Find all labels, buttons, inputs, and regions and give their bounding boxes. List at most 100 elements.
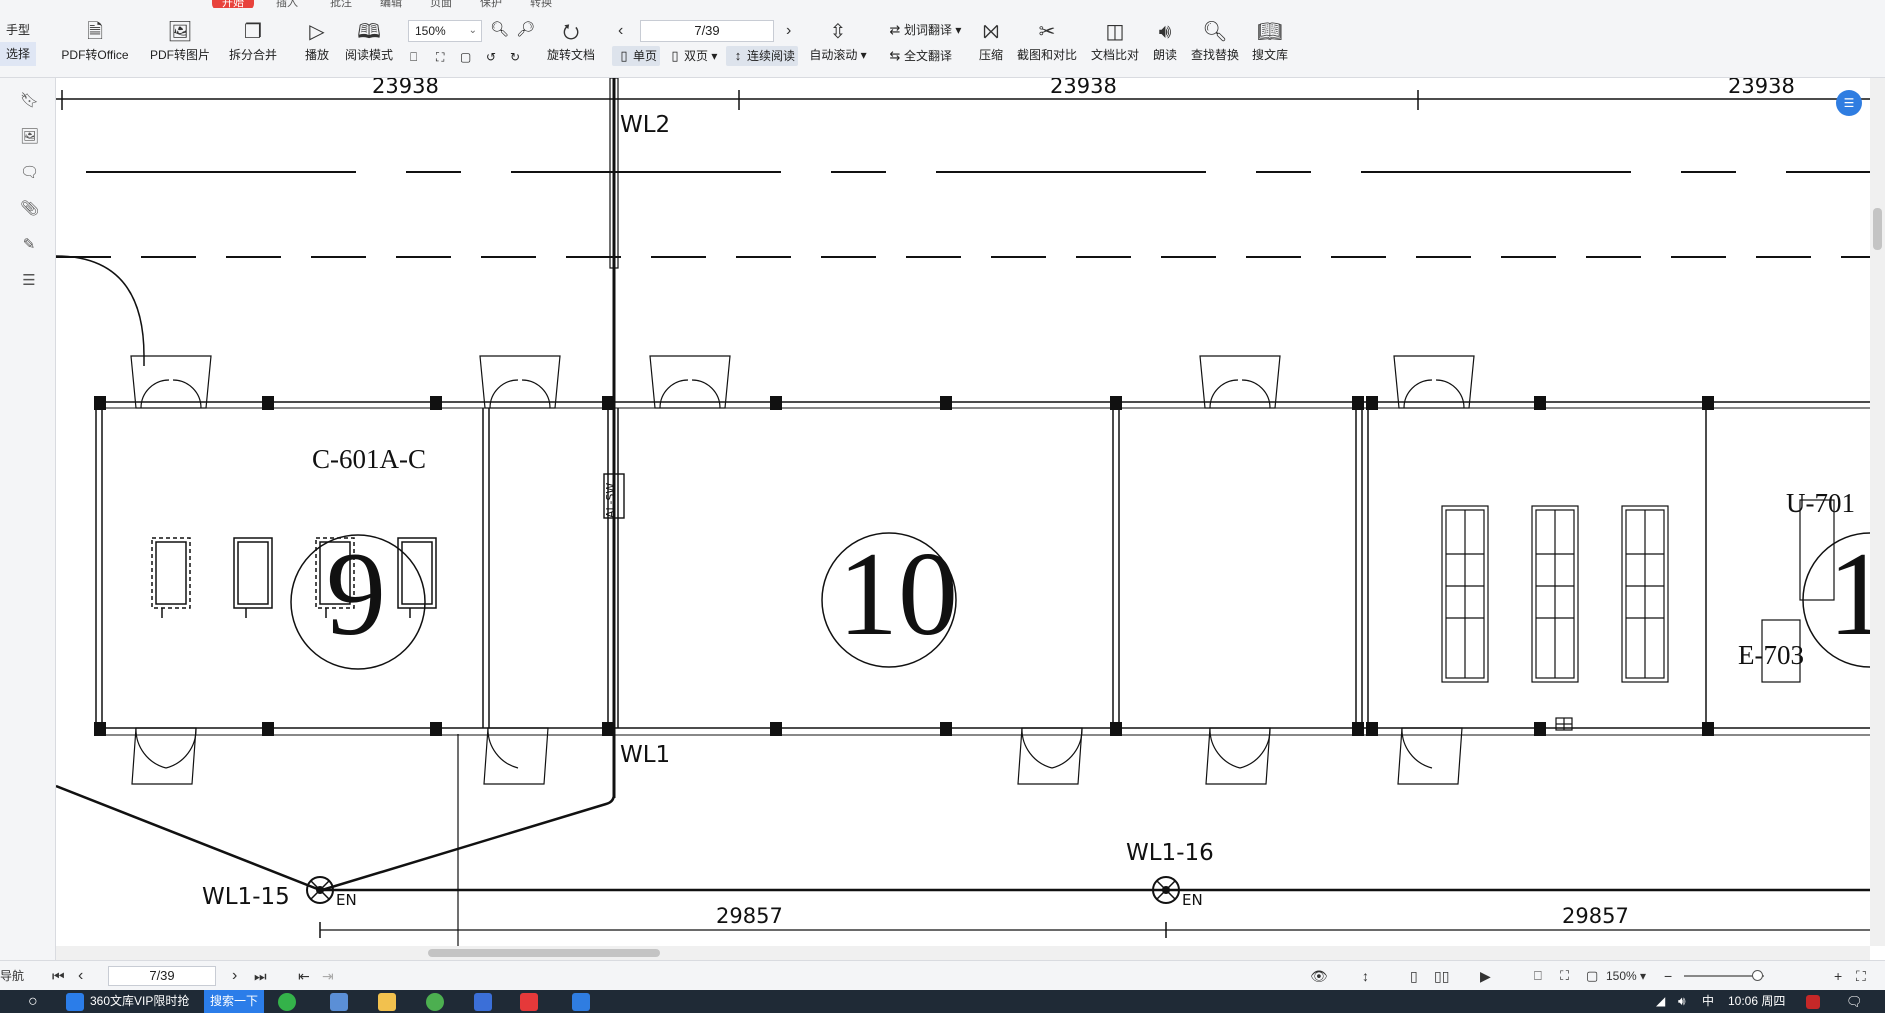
actual-size-icon[interactable]: ⎕ [410, 47, 417, 67]
clock[interactable]: 10:06 周四 [1728, 990, 1785, 1013]
rotate-right-icon[interactable]: ↻ [510, 47, 520, 67]
wl1-15-label: WL1-15 [202, 884, 290, 910]
single-view-icon[interactable]: ▯ [1410, 961, 1418, 991]
tab-page[interactable]: 页面 [430, 0, 452, 8]
last-page-icon[interactable]: ⏭ [254, 961, 267, 991]
wps-pdf-icon[interactable] [520, 993, 538, 1011]
network-icon[interactable]: ◢ [1656, 990, 1665, 1013]
select-mode-button[interactable]: 选择 [0, 42, 36, 66]
ime-indicator[interactable]: 中 [1702, 990, 1714, 1013]
page-input[interactable]: 7/39 [640, 20, 774, 42]
continuous-view-icon[interactable]: ↕ [1362, 961, 1369, 991]
rotate-document-button[interactable]: ⭮ 旋转文档 [544, 18, 598, 72]
continuous-read-button[interactable]: ↕ 连续阅读 [726, 46, 799, 66]
fit-width-icon[interactable]: ▢ [460, 47, 471, 67]
search-library-button[interactable]: 📖︎ 搜文库 [1248, 18, 1292, 72]
cad-app-icon[interactable] [572, 993, 590, 1011]
prev-page-icon[interactable]: ‹ [78, 961, 83, 991]
tab-start[interactable]: 开始 [212, 0, 254, 8]
wl2-label: WL2 [620, 112, 671, 138]
back-icon[interactable]: ⇤ [298, 961, 310, 991]
single-page-button[interactable]: ▯ 单页 [612, 46, 661, 66]
play-button[interactable]: ▷ 播放 [300, 18, 334, 72]
double-page-button[interactable]: ▯ 双页 ▾ [666, 46, 717, 66]
zoom-out-icon[interactable]: 🔍︎ [490, 20, 509, 40]
calculator-icon[interactable] [330, 993, 348, 1011]
bookmark-icon[interactable]: 🔖︎ [20, 92, 39, 110]
fit-width-status-icon[interactable]: ▢ [1586, 961, 1598, 991]
zoom-slider-knob[interactable] [1752, 970, 1763, 981]
screenshot-compare-button[interactable]: ✂ 截图和对比 [1014, 18, 1080, 72]
pdf-to-office-button[interactable]: 🗎 PDF转Office [56, 18, 134, 72]
wechat-icon[interactable] [278, 993, 296, 1011]
split-merge-button[interactable]: ❐ 拆分合并 [222, 18, 284, 72]
zoom-in-icon[interactable]: 🔎︎ [516, 20, 535, 40]
horizontal-scroll-thumb[interactable] [428, 949, 660, 957]
rotate-doc-icon: ⭮ [562, 21, 580, 43]
word-translate-button[interactable]: ⇄ 划词翻译 ▾ [886, 20, 962, 40]
action-center-icon[interactable]: 🗨︎ [1846, 990, 1863, 1013]
tab-convert[interactable]: 转换 [530, 0, 552, 8]
tab-protect[interactable]: 保护 [480, 0, 502, 8]
first-page-icon[interactable]: ⏮ [52, 961, 65, 991]
browser-tab[interactable]: 360文库VIP限时抢 [90, 990, 189, 1013]
signature-icon[interactable]: ✎ [20, 236, 38, 254]
zoom-out-status-icon[interactable]: − [1664, 961, 1672, 991]
read-aloud-button[interactable]: 🔊︎ 朗读 [1150, 18, 1180, 72]
speaker-icon: 🔊︎ [1158, 21, 1172, 43]
thumbnail-icon[interactable]: 🖼︎ [20, 128, 39, 146]
status-zoom-value[interactable]: 150% ▾ [1606, 961, 1646, 991]
status-bar: 导航 ⏮ ‹ 7/39 › ⏭ ⇤ ⇥ 👁︎ ↕ ▯ ▯▯ ▶ ⎕ ⛶ ▢ 15… [0, 960, 1885, 990]
document-canvas[interactable]: 23938 23938 23938 WL2 C-601A-C 9 10 1 U-… [56, 78, 1870, 946]
room-9-number: 9 [326, 527, 386, 660]
windows-search-icon[interactable]: ○ [28, 990, 38, 1013]
app-a-icon[interactable] [474, 993, 492, 1011]
wl1-label: WL1 [620, 742, 671, 768]
dim-label-top-3: 23938 [1728, 78, 1795, 98]
floating-tool-button[interactable]: ☰ [1836, 90, 1862, 116]
double-view-icon[interactable]: ▯▯ [1434, 961, 1449, 991]
horizontal-scrollbar[interactable] [56, 946, 1870, 960]
zoom-in-status-icon[interactable]: + [1834, 961, 1842, 991]
al-sw-label: AL-SW [604, 482, 617, 518]
find-replace-button[interactable]: 🔍︎ 查找替换 [1188, 18, 1242, 72]
attachment-icon[interactable]: 📎︎ [20, 200, 39, 218]
compress-button[interactable]: ⨝ 压缩 [976, 18, 1006, 72]
wl1-16-label: WL1-16 [1126, 840, 1214, 866]
nav-label[interactable]: 导航 [0, 961, 24, 991]
zoom-select[interactable]: 150% ⌄ [408, 20, 482, 42]
tab-annotate[interactable]: 批注 [330, 0, 352, 8]
notification-badge-icon[interactable] [1806, 995, 1820, 1009]
eye-icon[interactable]: 👁︎ [1310, 961, 1328, 991]
fit-page-icon[interactable]: ⛶ [436, 47, 444, 67]
tab-insert[interactable]: 插入 [276, 0, 298, 8]
rotate-left-icon[interactable]: ↺ [486, 47, 496, 67]
volume-icon[interactable]: 🔊︎ [1678, 990, 1686, 1013]
browser-icon[interactable] [66, 993, 84, 1011]
tab-edit[interactable]: 编辑 [380, 0, 402, 8]
vertical-scroll-thumb[interactable] [1873, 208, 1882, 250]
play-view-icon[interactable]: ▶ [1480, 961, 1491, 991]
layers-icon[interactable]: ☰ [20, 272, 38, 290]
folder-icon[interactable] [378, 993, 396, 1011]
comment-icon[interactable]: 🗨︎ [20, 164, 39, 182]
next-page-button[interactable]: › [786, 20, 791, 42]
prev-page-button[interactable]: ‹ [618, 20, 623, 42]
pdf-to-image-button[interactable]: 🖼 PDF转图片 [148, 18, 212, 72]
fullscreen-icon[interactable]: ⛶ [1856, 961, 1866, 991]
fit-page-status-icon[interactable]: ⛶ [1560, 961, 1569, 991]
360-icon[interactable] [426, 993, 444, 1011]
status-page-input[interactable]: 7/39 [108, 966, 216, 986]
actual-size-status-icon[interactable]: ⎕ [1534, 961, 1542, 991]
full-translate-button[interactable]: ⇆ 全文翻译 [886, 46, 952, 66]
search-tab[interactable]: 搜索一下 [204, 990, 265, 1013]
hand-mode-button[interactable]: 手型 [0, 18, 36, 42]
zoom-slider[interactable] [1684, 970, 1764, 981]
read-mode-button[interactable]: 🕮 阅读模式 [342, 18, 396, 72]
vertical-scrollbar[interactable] [1870, 78, 1885, 946]
auto-scroll-button[interactable]: ⇳ 自动滚动 ▾ [806, 18, 870, 72]
doc-compare-button[interactable]: ◫ 文档比对 [1088, 18, 1142, 72]
cad-drawing [56, 78, 1870, 946]
forward-icon[interactable]: ⇥ [322, 961, 334, 991]
next-page-icon[interactable]: › [232, 961, 237, 991]
